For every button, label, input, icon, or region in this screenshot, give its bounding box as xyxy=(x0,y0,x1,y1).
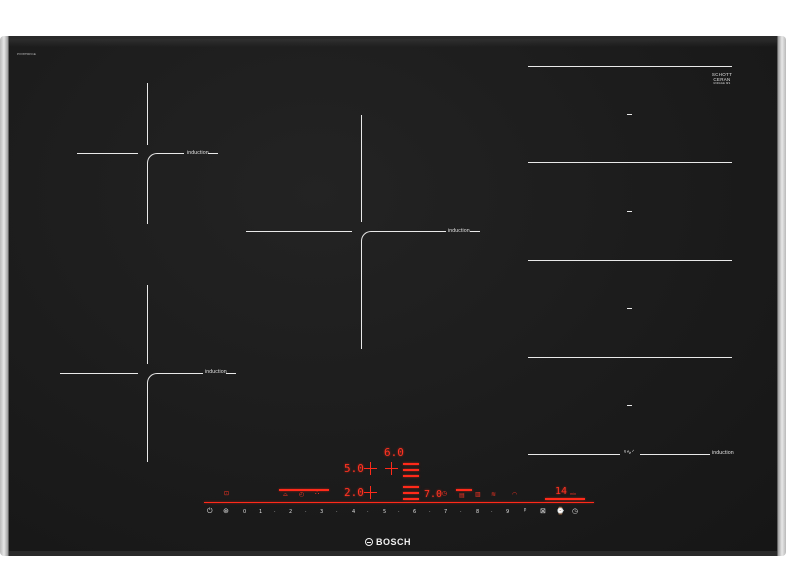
hood-fan-icon[interactable]: ⛬ xyxy=(315,490,319,496)
zone-center-vertical-top xyxy=(361,115,362,222)
display-mid-value: 2.0 xyxy=(344,486,364,499)
red-plus-icon-3 xyxy=(364,486,377,499)
zone-front-left-vertical-top xyxy=(147,285,148,364)
red-bar-4 xyxy=(403,486,419,488)
scale-dot-5[interactable]: · xyxy=(398,509,400,515)
lock-icon[interactable]: ⊡ xyxy=(224,491,229,497)
scale-8[interactable]: 8 xyxy=(476,509,479,515)
flex-zone-marker-2 xyxy=(627,211,632,212)
scale-5[interactable]: 5 xyxy=(383,509,386,515)
flex-zone-marker-1 xyxy=(627,114,632,115)
pan-icon[interactable]: ▤ xyxy=(459,493,465,499)
keep-warm-icon[interactable]: ⌓ xyxy=(283,492,288,498)
scale-dot-2[interactable]: · xyxy=(305,509,307,515)
scale-3[interactable]: 3 xyxy=(320,509,323,515)
flex-zone-line-4 xyxy=(528,357,732,358)
zone-center-corner xyxy=(361,231,446,349)
zone-rear-left-label: induction xyxy=(187,150,209,156)
display-top-value: 6.0 xyxy=(384,446,404,459)
frying-sensor-icon[interactable]: ▥ xyxy=(475,492,481,498)
bosch-logo: BOSCH xyxy=(365,537,411,547)
flex-zone-line-3 xyxy=(528,260,732,261)
red-bar-5 xyxy=(403,492,419,494)
mirage-text: MIRAGE MS xyxy=(713,82,731,85)
child-lock-icon[interactable]: ⊛ xyxy=(223,508,229,515)
clock-icon[interactable]: ◷ xyxy=(442,491,447,497)
zone-rear-left-vertical-top xyxy=(147,83,148,145)
flex-zone-label: induction xyxy=(712,450,734,456)
scale-7[interactable]: 7 xyxy=(444,509,447,515)
timer-zone-icon[interactable]: ◴ xyxy=(299,492,304,498)
zone-front-left-corner xyxy=(147,373,203,462)
display-right-value: 7.0 xyxy=(424,489,443,500)
wifi-icon[interactable]: ◠ xyxy=(512,492,517,498)
power-slider-track[interactable] xyxy=(204,502,594,504)
scale-1[interactable]: 1 xyxy=(259,509,262,515)
clock-button-icon[interactable]: ◷ xyxy=(572,508,578,515)
zone-center-tick xyxy=(470,231,480,232)
zone-front-left-label: induction xyxy=(205,369,227,375)
timer-bar xyxy=(545,498,585,500)
scale-dot-3[interactable]: · xyxy=(336,509,338,515)
glass-shine xyxy=(9,39,777,47)
red-bar-7 xyxy=(456,489,472,491)
boost-icon[interactable]: ᵖ xyxy=(524,508,526,515)
flex-zone-line-5-left xyxy=(528,454,620,455)
model-code: PXV875DV1E xyxy=(17,52,36,56)
red-bar-3 xyxy=(403,475,419,477)
zone-center-horizontal-left xyxy=(246,231,352,232)
schott-ceran-logo: SCHOTT CERAN MIRAGE MS xyxy=(707,72,737,85)
bosch-text: BOSCH xyxy=(376,537,412,547)
zone-rear-left-tick xyxy=(208,153,218,154)
zone-front-left-horizontal-left xyxy=(60,373,138,374)
zone-rear-left-corner xyxy=(147,153,184,224)
red-bar-left xyxy=(279,489,329,491)
scale-2[interactable]: 2 xyxy=(289,509,292,515)
timer-value: 14 xyxy=(555,486,568,497)
scale-6[interactable]: 6 xyxy=(413,509,416,515)
red-bar-1 xyxy=(403,463,419,465)
flex-zone-line-2 xyxy=(528,162,732,163)
zone-center-label: induction xyxy=(448,228,470,234)
scale-9[interactable]: 9 xyxy=(506,509,509,515)
timer-unit: min xyxy=(570,492,577,496)
scale-dot-7[interactable]: · xyxy=(460,509,462,515)
scale-4[interactable]: 4 xyxy=(352,509,355,515)
power-button-icon[interactable]: ⏻ xyxy=(207,508,213,515)
red-bar-6 xyxy=(403,498,419,500)
scale-dot-6[interactable]: · xyxy=(429,509,431,515)
flex-zone-line-5-right xyxy=(640,454,710,455)
red-plus-icon-2 xyxy=(385,462,398,475)
flex-zone-marker-4 xyxy=(627,405,632,406)
scale-dot-1[interactable]: · xyxy=(274,509,276,515)
scale-dot-8[interactable]: · xyxy=(491,509,493,515)
red-plus-icon-1 xyxy=(364,462,377,475)
bosch-armature-icon xyxy=(365,538,373,546)
zone-front-left-tick xyxy=(226,373,236,374)
timer-button-icon[interactable]: ⊠ xyxy=(540,508,546,515)
flex-zone-marker-3 xyxy=(627,308,632,309)
red-bar-2 xyxy=(403,469,419,471)
link-wave-icon: ᵘ∿ᐟ xyxy=(624,450,635,456)
display-left-value: 5.0 xyxy=(344,462,364,475)
power-boost-icon[interactable]: ≋ xyxy=(491,492,496,498)
zone-rear-left-horizontal-left xyxy=(77,153,138,154)
scale-0[interactable]: 0 xyxy=(243,509,246,515)
stopwatch-icon[interactable]: ⌚ xyxy=(556,508,565,515)
scale-dot-4[interactable]: · xyxy=(367,509,369,515)
flex-zone-line-1 xyxy=(528,66,732,67)
